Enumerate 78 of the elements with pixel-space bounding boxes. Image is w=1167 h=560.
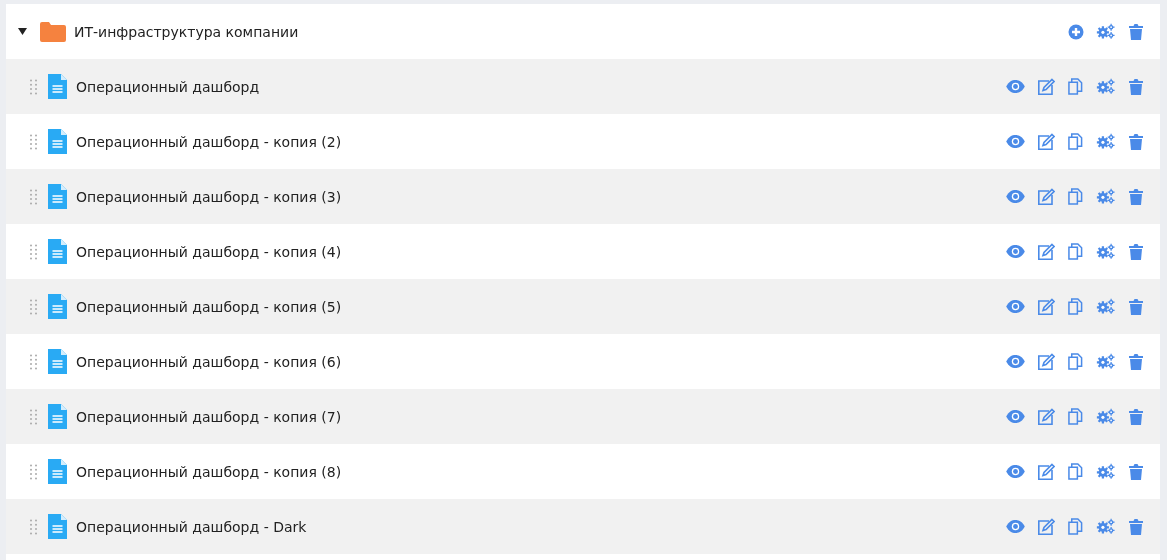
delete-icon[interactable] (1126, 408, 1145, 425)
drag-handle-icon[interactable] (30, 298, 37, 315)
document-icon (48, 459, 67, 484)
delete-icon[interactable] (1126, 463, 1145, 480)
edit-icon[interactable] (1036, 77, 1055, 96)
dashboard-name[interactable]: Операционный дашборд - копия (2) (76, 133, 342, 150)
copy-icon[interactable] (1066, 188, 1085, 205)
settings-icon[interactable] (1096, 463, 1115, 480)
document-icon (48, 129, 67, 154)
document-icon (48, 349, 67, 374)
collapse-caret-icon[interactable] (18, 27, 27, 36)
view-icon[interactable] (1006, 190, 1025, 203)
view-icon[interactable] (1006, 355, 1025, 368)
delete-icon[interactable] (1126, 188, 1145, 205)
delete-icon[interactable] (1126, 243, 1145, 260)
view-icon[interactable] (1006, 80, 1025, 93)
view-icon[interactable] (1006, 520, 1025, 533)
view-icon[interactable] (1006, 410, 1025, 423)
settings-icon[interactable] (1096, 353, 1115, 370)
drag-handle-icon[interactable] (30, 243, 37, 260)
dashboard-name[interactable]: Операционный дашборд - копия (8) (76, 463, 342, 480)
document-icon (48, 74, 67, 99)
edit-icon[interactable] (1036, 407, 1055, 426)
edit-icon[interactable] (1036, 242, 1055, 261)
settings-icon[interactable] (1096, 23, 1115, 40)
drag-handle-icon[interactable] (30, 78, 37, 95)
document-icon (48, 514, 67, 539)
folder-name: ИТ-инфраструктура компании (74, 23, 299, 40)
drag-handle-icon[interactable] (30, 408, 37, 425)
folder-icon (40, 21, 66, 42)
drag-handle-icon[interactable] (30, 188, 37, 205)
delete-icon[interactable] (1126, 518, 1145, 535)
view-icon[interactable] (1006, 300, 1025, 313)
edit-icon[interactable] (1036, 297, 1055, 316)
dashboard-name[interactable]: Операционный дашборд - копия (5) (76, 298, 342, 315)
document-icon (48, 239, 67, 264)
view-icon[interactable] (1006, 245, 1025, 258)
copy-icon[interactable] (1066, 353, 1085, 370)
view-icon[interactable] (1006, 465, 1025, 478)
settings-icon[interactable] (1096, 188, 1115, 205)
dashboard-name[interactable]: Операционный дашборд (76, 78, 260, 95)
delete-icon[interactable] (1126, 23, 1145, 40)
document-icon (48, 184, 67, 209)
copy-icon[interactable] (1066, 133, 1085, 150)
edit-icon[interactable] (1036, 352, 1055, 371)
dashboard-name[interactable]: Операционный дашборд - Dark (76, 518, 307, 535)
edit-icon[interactable] (1036, 517, 1055, 536)
copy-icon[interactable] (1066, 78, 1085, 95)
edit-icon[interactable] (1036, 187, 1055, 206)
delete-icon[interactable] (1126, 353, 1145, 370)
delete-icon[interactable] (1126, 298, 1145, 315)
view-icon[interactable] (1006, 135, 1025, 148)
dashboard-name[interactable]: Операционный дашборд - копия (6) (76, 353, 342, 370)
settings-icon[interactable] (1096, 78, 1115, 95)
delete-icon[interactable] (1126, 78, 1145, 95)
settings-icon[interactable] (1096, 408, 1115, 425)
document-icon (48, 294, 67, 319)
document-icon (48, 404, 67, 429)
dashboard-name[interactable]: Операционный дашборд - копия (3) (76, 188, 342, 205)
copy-icon[interactable] (1066, 408, 1085, 425)
copy-icon[interactable] (1066, 243, 1085, 260)
drag-handle-icon[interactable] (30, 463, 37, 480)
edit-icon[interactable] (1036, 462, 1055, 481)
copy-icon[interactable] (1066, 518, 1085, 535)
copy-icon[interactable] (1066, 298, 1085, 315)
settings-icon[interactable] (1096, 298, 1115, 315)
dashboard-name[interactable]: Операционный дашборд - копия (4) (76, 243, 342, 260)
drag-handle-icon[interactable] (30, 133, 37, 150)
drag-handle-icon[interactable] (30, 518, 37, 535)
settings-icon[interactable] (1096, 243, 1115, 260)
settings-icon[interactable] (1096, 133, 1115, 150)
dashboard-name[interactable]: Операционный дашборд - копия (7) (76, 408, 342, 425)
delete-icon[interactable] (1126, 133, 1145, 150)
copy-icon[interactable] (1066, 463, 1085, 480)
edit-icon[interactable] (1036, 132, 1055, 151)
drag-handle-icon[interactable] (30, 353, 37, 370)
add-icon[interactable] (1066, 23, 1085, 40)
settings-icon[interactable] (1096, 518, 1115, 535)
